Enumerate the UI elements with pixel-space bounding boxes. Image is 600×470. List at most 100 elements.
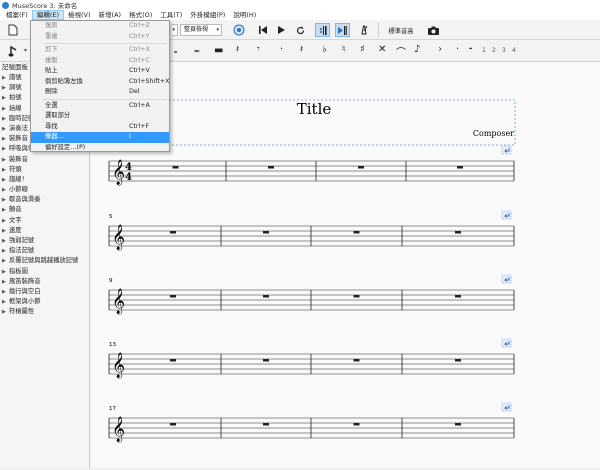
staff-system[interactable]: 𝄞 17 (108, 402, 515, 442)
palette-item[interactable]: ▶ 換行與空白 (0, 287, 89, 297)
palette-item[interactable]: ▶ 強弱記號 (0, 236, 89, 246)
double-flat-icon[interactable]: ♭ (322, 44, 327, 55)
tie-icon[interactable]: ⌒ (396, 44, 406, 59)
expand-arrow-icon[interactable]: ▶ (2, 83, 9, 93)
voice-3-button[interactable]: 3 (502, 47, 506, 54)
whole-rest[interactable] (172, 166, 179, 169)
palette-item[interactable]: ▶ 指法記號 (0, 246, 89, 256)
menu-plugins[interactable]: 外掛模組(P) (186, 10, 229, 20)
whole-rest[interactable] (358, 166, 364, 169)
menu-add[interactable]: 新增(A) (95, 10, 126, 20)
whole-rest[interactable] (353, 359, 360, 362)
palette-item[interactable]: ▶ 速度 (0, 226, 89, 236)
menu-help[interactable]: 說明(H) (229, 10, 260, 20)
menu-file[interactable]: 檔案(F) (2, 10, 32, 20)
whole-rest[interactable] (263, 295, 269, 298)
treble-clef[interactable]: 𝄞 (112, 288, 125, 314)
expand-arrow-icon[interactable]: ▶ (2, 73, 9, 83)
new-score-icon[interactable] (6, 23, 20, 37)
expand-arrow-icon[interactable]: ▶ (2, 175, 9, 185)
line-break-icon[interactable] (501, 145, 512, 155)
eighth-rest-icon[interactable]: 𝄾 (257, 44, 260, 55)
measure-number[interactable]: 13 (109, 342, 116, 348)
view-mode-select[interactable]: 整頁檢視 ▾ (180, 24, 222, 36)
measure-number[interactable]: 5 (109, 214, 113, 220)
tenuto-icon[interactable]: ⁃ (468, 44, 473, 55)
staccato-icon[interactable]: ‧ (456, 44, 459, 55)
palette-item[interactable]: ▶ 歇音與滑奏 (0, 195, 89, 205)
whole-rest[interactable] (353, 295, 360, 298)
whole-rest[interactable] (457, 166, 463, 169)
whole-rest[interactable] (170, 231, 176, 234)
whole-rest[interactable] (455, 231, 461, 234)
sharp-icon[interactable]: ♯ (360, 44, 365, 55)
double-sharp-icon[interactable]: ✕ (378, 44, 386, 55)
voice-1-button[interactable]: 1 (482, 47, 486, 54)
expand-arrow-icon[interactable]: ▶ (2, 216, 9, 226)
score-title[interactable]: Title (297, 100, 332, 118)
camera-icon[interactable] (426, 23, 440, 37)
palette-item[interactable]: ▶ 譜線！ (0, 175, 89, 185)
edit-menu-item[interactable]: 倒剪貼簿左換 Ctrl+Shift+X (31, 77, 169, 88)
midi-input-icon[interactable] (232, 23, 246, 37)
expand-arrow-icon[interactable]: ▶ (2, 307, 9, 317)
palette-item[interactable]: ▶ 框架與小節 (0, 297, 89, 307)
rewind-icon[interactable] (257, 23, 269, 37)
expand-arrow-icon[interactable]: ▶ (2, 185, 9, 195)
whole-rest[interactable] (263, 231, 269, 234)
expand-arrow-icon[interactable]: ▶ (2, 134, 9, 144)
edit-menu-item[interactable]: 複製 Ctrl+C (31, 56, 169, 67)
accent-icon[interactable]: › (438, 44, 442, 55)
natural-icon[interactable]: ♮ (342, 44, 346, 55)
palette-item[interactable]: ▶ 風笛裝飾音 (0, 277, 89, 287)
edit-menu-item[interactable]: 選取部分 (31, 111, 169, 122)
palette-item[interactable]: ▶ 指板圖 (0, 267, 89, 277)
edit-menu-item[interactable]: 復原 Ctrl+Z (31, 21, 169, 32)
edit-menu-dropdown[interactable]: 復原 Ctrl+Z 重複 Ctrl+Y 剪下 Ctrl+X 複製 Ctrl+C 貼上 Ctrl+V… (30, 20, 170, 152)
expand-arrow-icon[interactable]: ▶ (2, 124, 9, 134)
expand-arrow-icon[interactable]: ▶ (2, 165, 9, 175)
treble-clef[interactable]: 𝄞 (112, 224, 125, 250)
quarter-rest-icon[interactable]: 𝄽 (236, 44, 239, 55)
edit-menu-item[interactable]: 貼上 Ctrl+V (31, 66, 169, 77)
expand-arrow-icon[interactable]: ▶ (2, 144, 9, 154)
whole-rest[interactable] (353, 231, 360, 234)
whole-rest[interactable] (170, 359, 176, 362)
whole-rest[interactable] (263, 423, 269, 426)
palette-item[interactable]: ▶ 符槓屬性 (0, 307, 89, 317)
voice-4-button[interactable]: 4 (512, 47, 516, 54)
whole-rest[interactable] (263, 359, 269, 362)
expand-arrow-icon[interactable]: ▶ (2, 256, 9, 266)
edit-menu-item[interactable]: 刪除 Del (31, 87, 169, 98)
staff-system[interactable]: 𝄞9 (108, 274, 515, 314)
menu-edit[interactable]: 編輯(E) (31, 10, 64, 20)
breve-icon[interactable]: 𝅜 (194, 44, 200, 55)
palette-item[interactable]: ▶ 文字 (0, 216, 89, 226)
expand-arrow-icon[interactable]: ▶ (2, 246, 9, 256)
menu-tools[interactable]: 工具(T) (156, 10, 186, 20)
palette-item[interactable]: ▶ 符頭 (0, 165, 89, 175)
expand-arrow-icon[interactable]: ▶ (2, 93, 9, 103)
measure-number[interactable]: 17 (109, 406, 116, 412)
play-repeats-toggle[interactable] (315, 23, 330, 37)
loop-playback-icon[interactable] (294, 23, 306, 37)
expand-arrow-icon[interactable]: ▶ (2, 277, 9, 287)
pan-score-toggle[interactable] (335, 23, 350, 37)
edit-menu-item[interactable]: 偏好設定…(P) (31, 143, 169, 154)
measure-number[interactable]: 9 (109, 278, 113, 284)
note-input-mode-icon[interactable] (6, 44, 22, 58)
palette-item[interactable]: ▶ 小節線 (0, 185, 89, 195)
menu-format[interactable]: 格式(O) (125, 10, 156, 20)
edit-menu-item[interactable]: 尋找 Ctrl+F (31, 122, 169, 133)
treble-clef[interactable]: 𝄞 (112, 352, 125, 378)
play-icon[interactable] (275, 23, 287, 37)
expand-arrow-icon[interactable]: ▶ (2, 267, 9, 277)
line-break-icon[interactable] (501, 338, 512, 348)
expand-arrow-icon[interactable]: ▶ (2, 155, 9, 165)
whole-rest[interactable] (268, 166, 274, 169)
menu-view[interactable]: 檢視(V) (64, 10, 95, 20)
edit-menu-item[interactable]: 全選 Ctrl+A (31, 101, 169, 112)
zoom-combo-arrow[interactable]: ▾ (172, 24, 178, 36)
whole-rest[interactable] (170, 423, 176, 426)
rest-icon[interactable]: 𝄽 (300, 44, 303, 55)
